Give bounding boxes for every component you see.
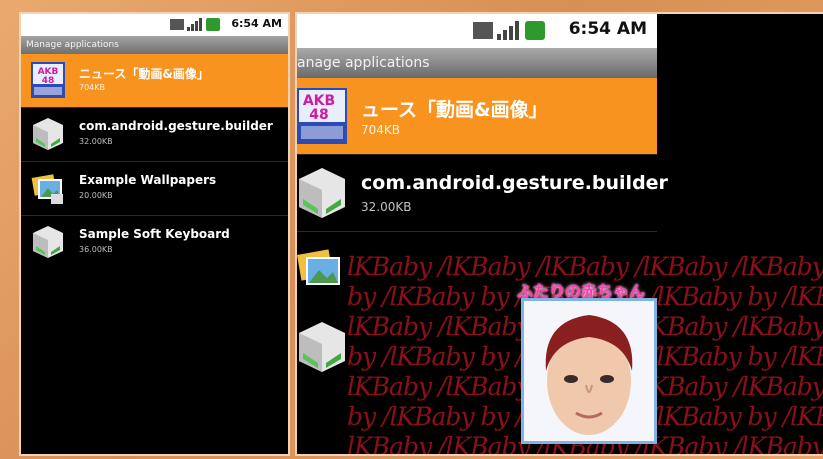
signal-icon — [497, 21, 519, 40]
status-bar: 6:54 AM — [297, 14, 657, 48]
app-list-item[interactable]: com.android.gesture.builder 32.00KB — [21, 108, 288, 162]
android-package-icon — [33, 226, 63, 258]
app-size: 32.00KB — [79, 137, 113, 146]
status-icons — [170, 18, 220, 31]
signal-icon — [187, 18, 202, 31]
app-size: 704KB — [361, 123, 401, 137]
phone-screen-zoomed: 6:54 AM anage applications AKB 48 ュース「動画… — [295, 12, 823, 456]
android-package-icon — [33, 118, 63, 150]
baby-face-image — [524, 301, 654, 441]
app-name: Sample Soft Keyboard — [79, 227, 230, 241]
wallpapers-icon — [31, 174, 63, 204]
app-name: Example Wallpapers — [79, 173, 217, 187]
app-name: ニュース「動画&画像」 — [79, 67, 209, 81]
app-size: 36.00KB — [79, 245, 113, 254]
battery-icon — [525, 21, 545, 40]
icon-48-text: 48 — [309, 107, 328, 123]
app-size: 20.00KB — [79, 191, 113, 200]
android-package-icon — [299, 322, 345, 372]
app-list-item[interactable]: com.android.gesture.builder 32.00KB — [297, 155, 668, 232]
android-package-icon — [299, 168, 345, 218]
status-icons — [473, 21, 545, 40]
status-time: 6:54 AM — [231, 17, 282, 30]
app-list-item[interactable]: Example Wallpapers 20.00KB — [21, 162, 288, 216]
ad-overlay: lKBaby /lKBaby /lKBaby /lKBaby /lKBaby /… — [347, 252, 823, 454]
app-list-item[interactable]: AKB 48 ニュース「動画&画像」 704KB — [21, 54, 288, 108]
status-time: 6:54 AM — [568, 19, 647, 39]
akb48-app-icon: AKB 48 — [31, 62, 65, 98]
3g-data-icon — [170, 19, 184, 30]
app-name: ュース「動画&画像」 — [361, 99, 548, 121]
app-size: 704KB — [79, 83, 106, 92]
icon-48-text: 48 — [42, 76, 55, 86]
akb48-app-icon: AKB 48 — [297, 88, 347, 144]
phone-screen-small: 6:54 AM Manage applications AKB 48 ニュース「… — [19, 12, 290, 456]
app-size: 32.00KB — [361, 200, 412, 214]
battery-icon — [206, 18, 220, 31]
3g-data-icon — [473, 22, 493, 39]
status-bar: 6:54 AM — [21, 14, 288, 36]
app-name: com.android.gesture.builder — [79, 119, 273, 133]
screen-title: anage applications — [297, 48, 657, 78]
screen-title: Manage applications — [21, 36, 288, 54]
baby-face-photo — [521, 298, 657, 444]
app-list-item[interactable]: AKB 48 ュース「動画&画像」 704KB — [297, 78, 657, 155]
app-list-item[interactable]: Sample Soft Keyboard 36.00KB — [21, 216, 288, 269]
wallpapers-icon — [297, 249, 340, 285]
app-name: com.android.gesture.builder — [361, 172, 668, 194]
watermark-text: lKBaby /lKBaby /lKBaby /lKBaby /lKBaby /… — [347, 252, 823, 281]
